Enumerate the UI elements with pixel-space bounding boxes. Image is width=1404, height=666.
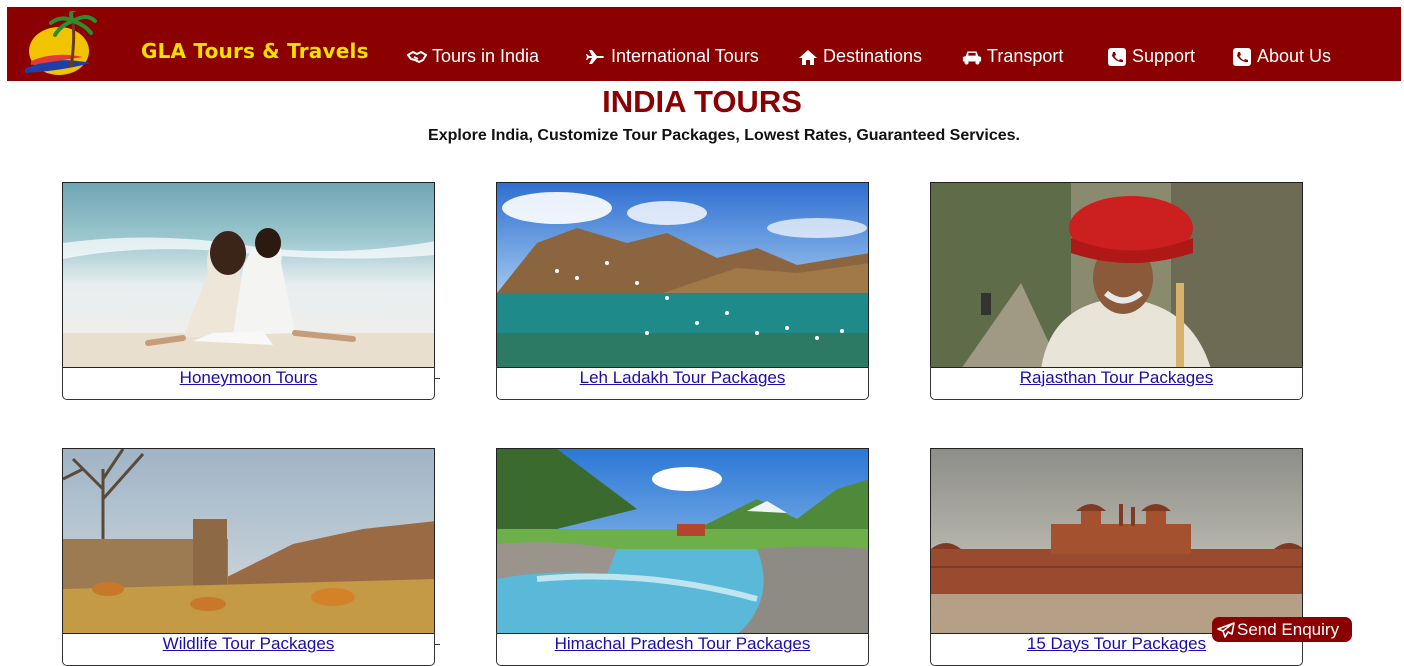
- nav-label: International Tours: [611, 46, 759, 66]
- leh-ladakh-photo[interactable]: [496, 182, 869, 368]
- airplane-icon: [586, 49, 604, 64]
- handshake-icon: [407, 50, 427, 63]
- nav-about-us[interactable]: About Us: [1232, 46, 1331, 67]
- palm-island-logo[interactable]: [21, 11, 103, 77]
- nav-label: Tours in India: [432, 46, 540, 66]
- nav-support[interactable]: Support: [1107, 46, 1195, 67]
- nav-label: Transport: [987, 46, 1064, 66]
- nav-transport[interactable]: Transport: [962, 46, 1063, 67]
- card-caption: Wildlife Tour Packages: [62, 632, 435, 666]
- nav-label: About Us: [1257, 46, 1332, 66]
- page-title: INDIA TOURS: [602, 84, 802, 119]
- leh-ladakh-link[interactable]: Leh Ladakh Tour Packages: [580, 368, 786, 387]
- himachal-photo[interactable]: [496, 448, 869, 634]
- nav-tours-in-india[interactable]: Tours in India: [407, 46, 539, 67]
- card-caption: Honeymoon Tours: [62, 366, 435, 400]
- rajasthan-photo[interactable]: [930, 182, 1303, 368]
- red-fort-photo[interactable]: [930, 448, 1303, 634]
- nav-label: Support: [1132, 46, 1196, 66]
- wildlife-photo[interactable]: [62, 448, 435, 634]
- himachal-pradesh-link[interactable]: Himachal Pradesh Tour Packages: [555, 634, 811, 653]
- card-caption: Himachal Pradesh Tour Packages: [496, 632, 869, 666]
- phone-icon: [1108, 47, 1126, 66]
- divider-tick: [434, 378, 440, 379]
- send-enquiry-label: Send Enquiry: [1237, 619, 1340, 639]
- card-caption: Leh Ladakh Tour Packages: [496, 366, 869, 400]
- send-enquiry-button[interactable]: Send Enquiry: [1212, 617, 1352, 642]
- rajasthan-link[interactable]: Rajasthan Tour Packages: [1020, 368, 1213, 387]
- page-subtitle: Explore India, Customize Tour Packages, …: [428, 127, 1020, 144]
- honeymoon-photo[interactable]: [62, 182, 435, 368]
- home-icon: [799, 49, 817, 65]
- nav-label: Destinations: [823, 46, 923, 66]
- nav-international-tours[interactable]: International Tours: [586, 46, 759, 67]
- car-icon: [962, 51, 982, 64]
- divider-tick: [434, 644, 440, 645]
- honeymoon-tours-link[interactable]: Honeymoon Tours: [180, 368, 318, 387]
- wildlife-link[interactable]: Wildlife Tour Packages: [163, 634, 335, 653]
- brand-name[interactable]: GLA Tours & Travels: [141, 39, 369, 63]
- nav-destinations[interactable]: Destinations: [798, 46, 922, 67]
- top-navbar: GLA Tours & Travels Tours in India Inter…: [7, 7, 1401, 81]
- phone-icon: [1233, 47, 1251, 66]
- card-caption: Rajasthan Tour Packages: [930, 366, 1303, 400]
- paper-plane-icon: [1217, 621, 1235, 638]
- 15-days-link[interactable]: 15 Days Tour Packages: [1027, 634, 1206, 653]
